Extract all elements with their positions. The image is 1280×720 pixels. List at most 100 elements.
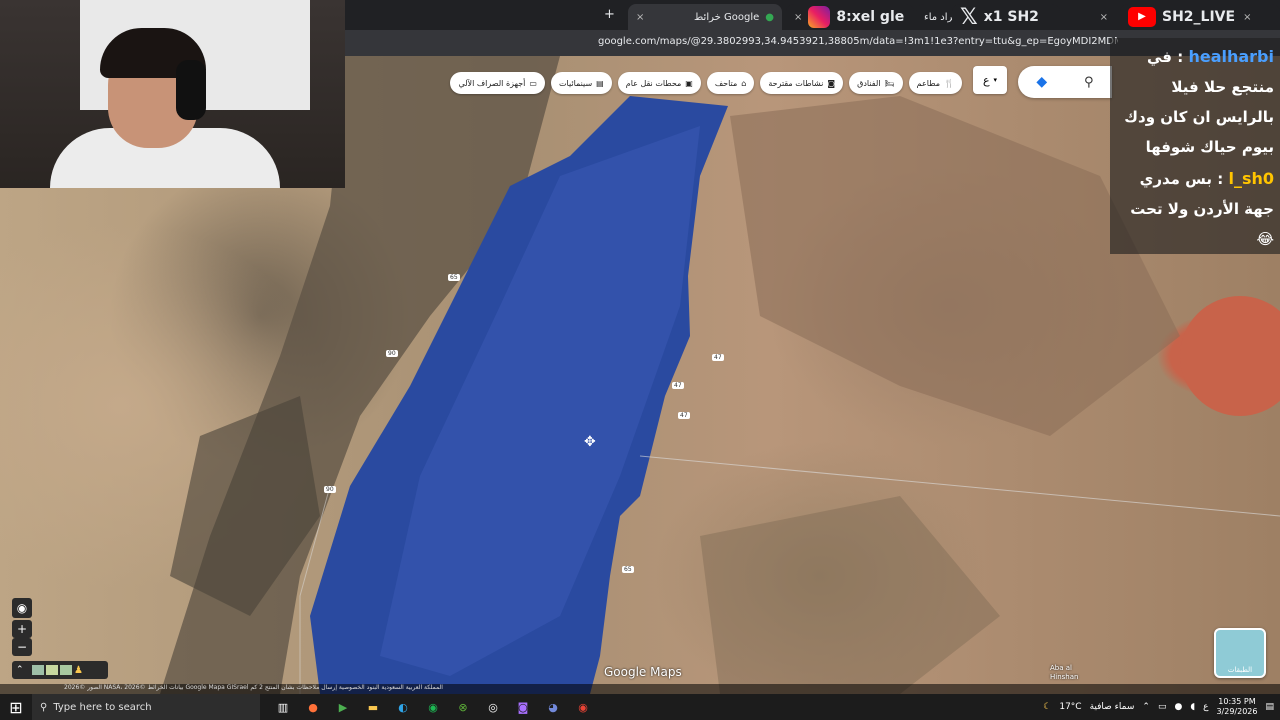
system-tray: ☾ 17°C سماء صافية ⌃ ▭ ● ◖ ع 10:35 PM 3/2…	[1043, 694, 1280, 720]
stream-chat: healharbi : في منتجع حلا فيلا بالرايس ان…	[1110, 38, 1280, 254]
headphones-icon	[176, 60, 206, 120]
road-marker: 47	[712, 354, 724, 361]
pegman-icon[interactable]: ♟	[74, 665, 88, 676]
move-cursor-icon: ✥	[584, 434, 596, 450]
x-logo-icon: 𝕏	[960, 4, 978, 30]
maps-search-box[interactable]: ◆ ⚲	[1018, 66, 1112, 98]
start-button[interactable]: ⊞	[0, 694, 32, 720]
weather-temp[interactable]: 17°C	[1059, 702, 1081, 712]
tab-label: 8:xel gle	[836, 9, 905, 25]
hotel-icon: 🛏	[884, 78, 895, 88]
tab-close-button[interactable]: ×	[1243, 12, 1251, 23]
tab-sh2-live[interactable]: ▶ SH2_LIVE ×	[1120, 4, 1280, 30]
tab-instagram[interactable]: × 8:xel gle	[786, 4, 914, 30]
map-type-strip[interactable]: ⌃ ♟	[12, 661, 108, 679]
maps-favicon-icon: ●	[765, 11, 774, 23]
chat-message: healharbi : في منتجع حلا فيلا بالرايس ان…	[1116, 42, 1274, 162]
road-marker: 47	[672, 382, 684, 389]
minus-icon: −	[16, 640, 28, 654]
directions-icon[interactable]: ◆	[1036, 74, 1047, 90]
map-thumbnail[interactable]	[46, 665, 58, 675]
museum-icon: ⌂	[741, 78, 747, 88]
windows-logo-icon: ⊞	[9, 697, 23, 717]
map-thumbnail[interactable]	[32, 665, 44, 675]
road-marker: 90	[324, 486, 336, 493]
category-chips: مطاعم 🍴 الفنادق 🛏 نشاطات مقترحة ◙ متاحف ⌂ مح…	[450, 72, 962, 94]
clock-date: 3/29/2026	[1216, 707, 1258, 716]
chip-cinemas[interactable]: سينمائيات ▤	[550, 72, 612, 94]
moon-icon: ☾	[1043, 702, 1052, 712]
map-thumbnail[interactable]	[60, 665, 72, 675]
chip-things-to-do[interactable]: نشاطات مقترحة ◙	[760, 72, 844, 94]
instagram-icon	[808, 6, 831, 28]
twitch-icon[interactable]: ◙	[512, 696, 534, 718]
tab-label: خرائط Google	[694, 11, 760, 23]
windows-taskbar: ⊞ ⚲ Type here to search ▥ ● ▶ ▬ ◐ ◉ ⊗ ◎ …	[0, 694, 1280, 720]
chat-message: l_sh0 : بس مدري جهة الأردن ولا تحت 😂	[1116, 164, 1274, 254]
microphone-icon[interactable]: ●	[1174, 702, 1182, 712]
firefox-icon[interactable]: ●	[302, 696, 324, 718]
input-language[interactable]: ع	[1203, 702, 1208, 712]
place-label: Aba al Hinshan	[1050, 664, 1079, 681]
cinema-icon: ▤	[596, 78, 604, 88]
new-tab-button[interactable]: +	[604, 7, 615, 22]
road-marker: 65	[448, 274, 460, 281]
tab-google-maps[interactable]: × خرائط Google ●	[628, 4, 782, 30]
obs-icon[interactable]: ◎	[482, 696, 504, 718]
network-icon[interactable]: ▭	[1158, 702, 1167, 712]
webcam-overlay	[0, 0, 345, 188]
tab-close-button[interactable]: ×	[1100, 12, 1108, 23]
play-store-icon[interactable]: ▶	[332, 696, 354, 718]
language-switch[interactable]: ع ▾	[973, 66, 1007, 94]
road-marker: 65	[622, 566, 634, 573]
chevron-up-icon[interactable]: ⌃	[1142, 702, 1150, 712]
map-attribution: الصور ©2026 NASA، بيانات الخرائط ©2026 G…	[0, 684, 1280, 694]
volume-icon[interactable]: ◖	[1190, 702, 1195, 712]
chip-restaurants[interactable]: مطاعم 🍴	[908, 72, 962, 94]
file-explorer-icon[interactable]: ▬	[362, 696, 384, 718]
restaurant-icon: 🍴	[944, 78, 954, 88]
chip-museums[interactable]: متاحف ⌂	[706, 72, 755, 94]
plus-icon: +	[16, 622, 28, 636]
camera-icon: ◙	[827, 78, 836, 88]
chat-username: healharbi	[1188, 47, 1274, 66]
layers-label: الطبقات	[1227, 666, 1253, 674]
zoom-out-button[interactable]: −	[12, 638, 32, 656]
tab-close-button[interactable]: ×	[636, 12, 644, 23]
chip-hotels[interactable]: الفنادق 🛏	[849, 72, 903, 94]
spotify-icon[interactable]: ◉	[422, 696, 444, 718]
road-marker: 47	[678, 412, 690, 419]
taskbar-search[interactable]: ⚲ Type here to search	[32, 694, 260, 720]
weather-text[interactable]: سماء صافية	[1090, 702, 1135, 712]
chip-transit[interactable]: محطات نقل عام ▣	[617, 72, 701, 94]
language-label: ع	[982, 73, 990, 87]
xbox-icon[interactable]: ⊗	[452, 696, 474, 718]
tab-close-button[interactable]: ×	[794, 12, 802, 23]
location-target-icon: ◉	[16, 601, 28, 615]
discord-icon[interactable]: ◕	[542, 696, 564, 718]
transit-icon: ▣	[685, 78, 693, 88]
taskbar-apps: ▥ ● ▶ ▬ ◐ ◉ ⊗ ◎ ◙ ◕ ◉	[272, 696, 594, 718]
chevron-down-icon: ▾	[993, 76, 998, 84]
notification-icon[interactable]: ▤	[1265, 702, 1274, 712]
my-location-button[interactable]: ◉	[12, 598, 32, 618]
edge-icon[interactable]: ◐	[392, 696, 414, 718]
chrome-icon[interactable]: ◉	[572, 696, 594, 718]
chat-username: l_sh0	[1228, 169, 1274, 188]
tab-label: SH2_LIVE	[1162, 9, 1236, 25]
clock[interactable]: 10:35 PM 3/29/2026	[1216, 697, 1257, 717]
url-text[interactable]: google.com/maps/@29.3802993,34.9453921,3…	[598, 36, 1118, 47]
road-marker: 90	[386, 350, 398, 357]
layers-button[interactable]: الطبقات	[1214, 628, 1266, 678]
taskbar-search-placeholder: Type here to search	[53, 701, 152, 713]
search-icon[interactable]: ⚲	[1084, 75, 1094, 90]
zoom-in-button[interactable]: +	[12, 620, 32, 638]
chat-separator: :	[1171, 48, 1184, 66]
youtube-icon: ▶	[1128, 7, 1156, 27]
task-view-icon[interactable]: ▥	[272, 696, 294, 718]
tab-fak[interactable]: ×	[982, 4, 1116, 30]
chip-atm[interactable]: أجهزة الصراف الآلي ▭	[450, 72, 545, 94]
expand-icon: ⌃	[16, 665, 24, 675]
clock-time: 10:35 PM	[1218, 697, 1256, 706]
search-icon: ⚲	[40, 701, 48, 713]
